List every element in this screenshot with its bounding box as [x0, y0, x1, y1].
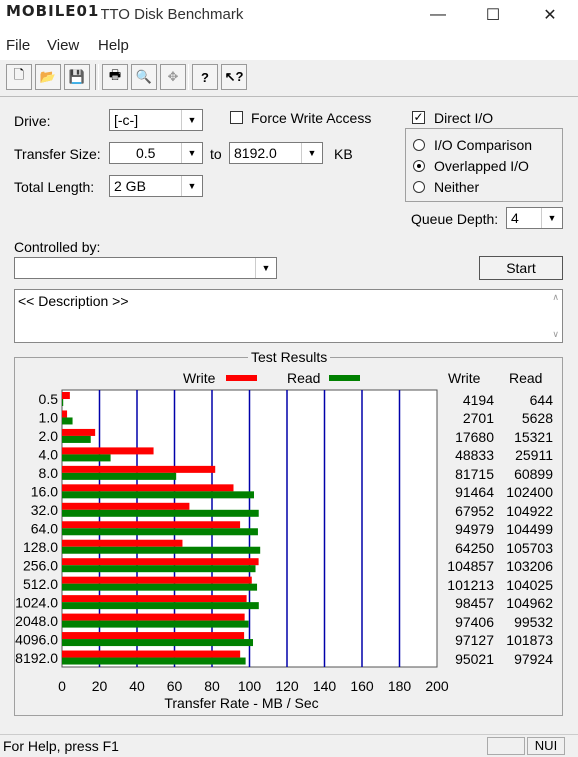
- read-bar: [62, 583, 258, 591]
- write-value: 97406: [455, 613, 494, 630]
- write-value: 94979: [455, 521, 494, 538]
- read-bar: [62, 639, 254, 647]
- category-label: 0.5: [39, 391, 59, 407]
- category-label: 512.0: [23, 576, 58, 592]
- write-legend-swatch: [226, 375, 257, 381]
- read-value: 97924: [514, 650, 553, 667]
- write-bar: [62, 447, 154, 455]
- read-legend-label: Read: [287, 370, 321, 386]
- read-bar: [62, 546, 261, 554]
- read-value: 104499: [506, 521, 553, 538]
- write-bar: [62, 650, 241, 658]
- x-tick-label: 20: [92, 678, 108, 694]
- write-bar: [62, 392, 70, 399]
- read-value: 15321: [514, 428, 553, 445]
- write-value: 4194: [462, 392, 494, 408]
- read-legend-swatch: [329, 375, 360, 381]
- x-tick-label: 160: [350, 678, 374, 694]
- category-label: 4096.0: [15, 631, 58, 647]
- write-value: 67952: [455, 502, 494, 519]
- category-label: 64.0: [31, 521, 58, 537]
- category-label: 4.0: [39, 447, 59, 463]
- x-tick-label: 0: [58, 678, 66, 694]
- read-bar: [62, 399, 64, 406]
- x-tick-label: 200: [425, 678, 449, 694]
- write-bar: [62, 595, 247, 603]
- read-bar: [62, 657, 246, 665]
- write-bar: [62, 410, 68, 418]
- x-tick-label: 180: [388, 678, 412, 694]
- read-value: 99532: [514, 613, 553, 630]
- x-tick-label: 120: [275, 678, 299, 694]
- write-value: 48833: [455, 447, 494, 464]
- write-bar: [62, 502, 190, 510]
- write-value: 95021: [455, 650, 494, 667]
- read-value: 103206: [506, 558, 553, 575]
- read-value: 644: [529, 392, 553, 408]
- read-bar: [62, 454, 111, 462]
- read-bar: [62, 435, 91, 443]
- read-bar: [62, 602, 259, 610]
- write-value: 91464: [455, 484, 494, 501]
- x-tick-label: 140: [313, 678, 337, 694]
- status-indicator: NUI: [527, 737, 565, 755]
- read-value: 101873: [506, 632, 553, 649]
- category-label: 1024.0: [15, 594, 58, 610]
- write-bar: [62, 539, 183, 547]
- status-bar: For Help, press F1 NUI: [0, 734, 578, 757]
- write-bar: [62, 465, 216, 473]
- read-value: 104962: [506, 595, 553, 612]
- x-axis-label: Transfer Rate - MB / Sec: [164, 695, 318, 711]
- read-value: 105703: [506, 539, 553, 556]
- read-value: 25911: [515, 447, 553, 464]
- category-label: 8192.0: [15, 650, 58, 666]
- read-bar: [62, 472, 177, 480]
- read-bar: [62, 417, 73, 425]
- write-bar: [62, 632, 245, 640]
- write-bar: [62, 576, 252, 584]
- category-label: 1.0: [39, 410, 59, 426]
- write-value: 97127: [455, 632, 494, 649]
- read-column-header: Read: [509, 370, 543, 386]
- write-bar: [62, 484, 234, 492]
- write-value: 98457: [455, 595, 494, 612]
- write-value: 81715: [455, 465, 494, 482]
- read-bar: [62, 509, 259, 517]
- category-label: 8.0: [39, 465, 59, 481]
- read-bar: [62, 620, 249, 628]
- status-panel: [487, 737, 525, 755]
- write-value: 101213: [447, 576, 494, 593]
- x-tick-label: 40: [129, 678, 145, 694]
- read-value: 5628: [521, 410, 553, 427]
- x-tick-label: 100: [238, 678, 262, 694]
- category-label: 2.0: [39, 428, 59, 444]
- write-value: 2701: [462, 410, 494, 427]
- read-bar: [62, 528, 258, 536]
- x-tick-label: 80: [204, 678, 220, 694]
- read-bar: [62, 565, 256, 573]
- read-value: 102400: [506, 484, 553, 501]
- category-label: 16.0: [31, 484, 58, 500]
- category-label: 256.0: [23, 557, 58, 573]
- category-label: 128.0: [23, 539, 58, 555]
- status-help-text: For Help, press F1: [3, 738, 119, 754]
- read-bar: [62, 491, 254, 499]
- read-value: 60899: [514, 465, 553, 482]
- category-label: 32.0: [31, 502, 58, 518]
- write-value: 104857: [447, 558, 494, 575]
- write-value: 17680: [455, 428, 494, 445]
- write-value: 64250: [455, 539, 494, 556]
- write-bar: [62, 613, 245, 621]
- read-value: 104922: [506, 502, 553, 519]
- read-value: 104025: [506, 576, 553, 593]
- write-bar: [62, 521, 241, 529]
- write-bar: [62, 558, 259, 566]
- write-bar: [62, 428, 96, 436]
- x-tick-label: 60: [167, 678, 183, 694]
- write-legend-label: Write: [183, 370, 216, 386]
- write-column-header: Write: [448, 370, 481, 386]
- category-label: 2048.0: [15, 613, 58, 629]
